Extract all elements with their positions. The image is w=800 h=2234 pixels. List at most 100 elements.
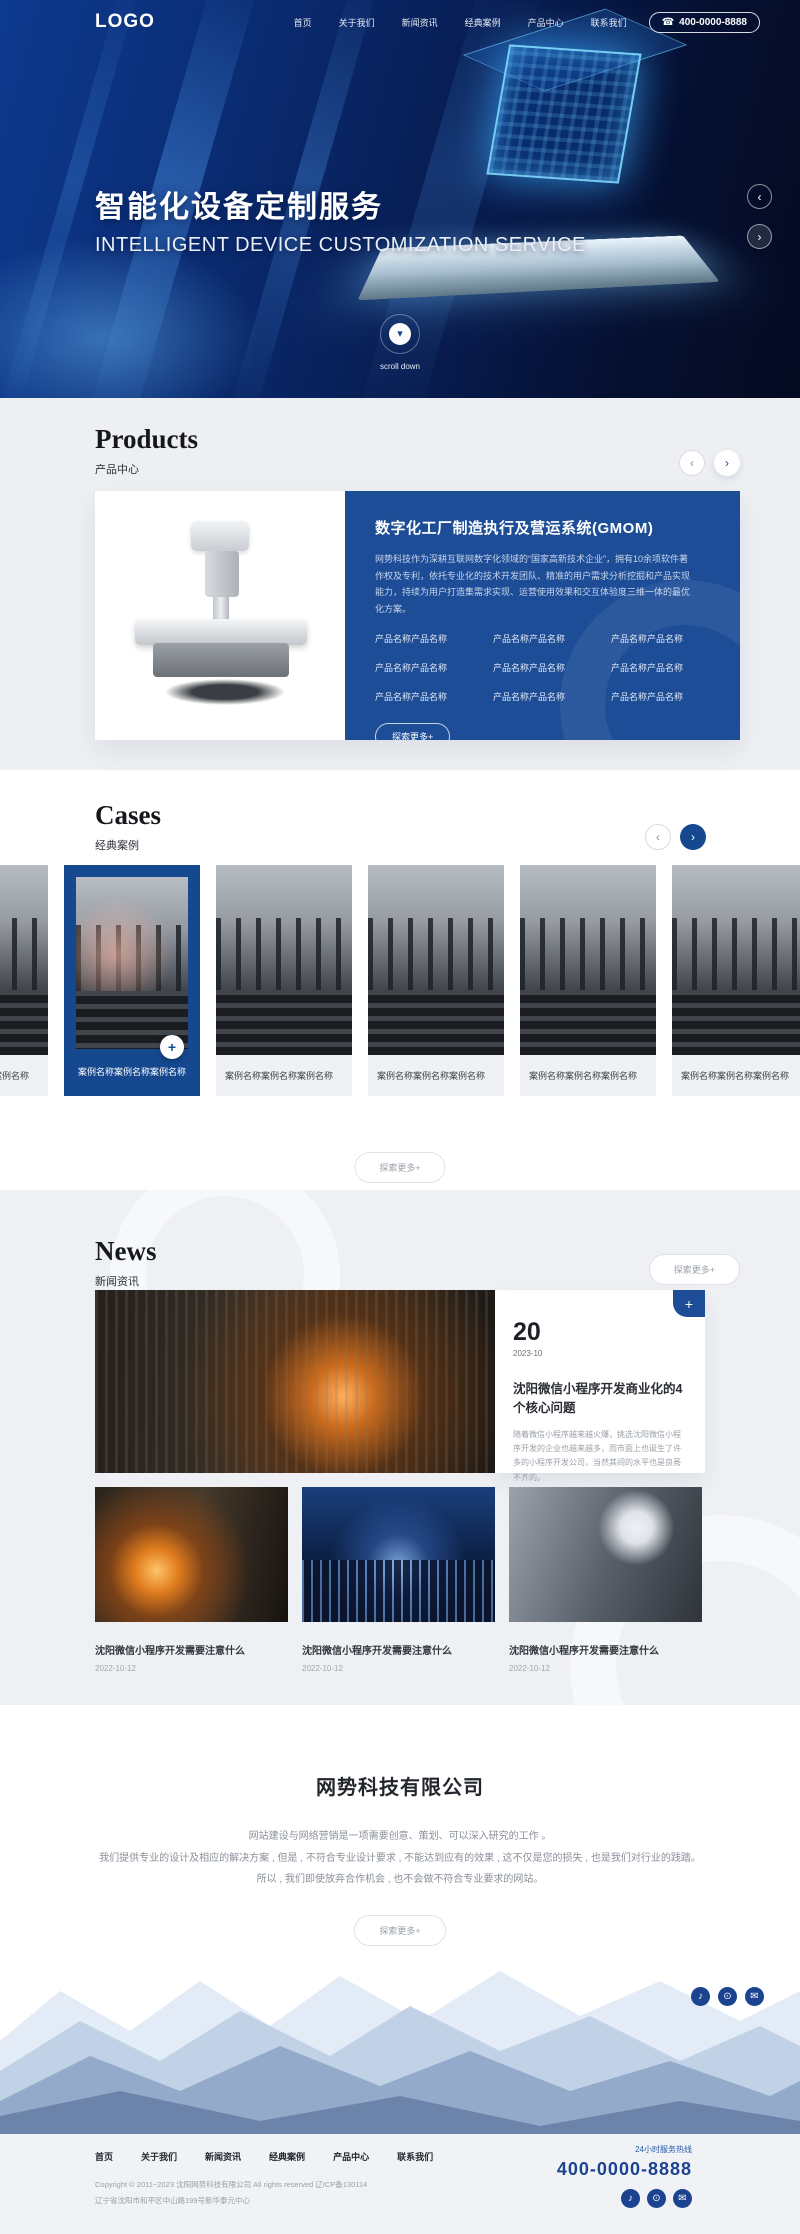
cases-next-button[interactable]: › (680, 824, 706, 850)
footer-link-cases[interactable]: 经典案例 (269, 2150, 305, 2163)
nav-item-news[interactable]: 新闻资讯 (402, 16, 438, 29)
news-title[interactable]: 沈阳微信小程序开发需要注意什么 (95, 1642, 288, 1657)
case-image (0, 865, 48, 1055)
hero-prev-button[interactable]: ‹ (747, 184, 772, 209)
footer-link-news[interactable]: 新闻资讯 (205, 2150, 241, 2163)
products-carousel-arrows: ‹ › (679, 450, 740, 476)
device-head (191, 521, 249, 551)
footer-link-about[interactable]: 关于我们 (141, 2150, 177, 2163)
plus-icon[interactable]: + (160, 1035, 184, 1059)
chevron-down-icon: ▾ (389, 323, 411, 345)
cases-carousel-arrows: ‹ › (645, 824, 706, 850)
products-heading: Products (95, 424, 198, 455)
news-item[interactable]: 沈阳微信小程序开发需要注意什么 2022-10-12 (302, 1487, 495, 1673)
plus-icon[interactable]: + (673, 1290, 705, 1317)
cases-more-wrap: 探索更多+ (354, 1152, 445, 1183)
footer: 首页 关于我们 新闻资讯 经典案例 产品中心 联系我们 Copyright © … (0, 2134, 800, 2234)
news-title[interactable]: 沈阳微信小程序开发需要注意什么 (509, 1642, 702, 1657)
wechat-icon[interactable]: ✉ (673, 2189, 692, 2208)
weibo-icon[interactable]: ⊙ (718, 1987, 737, 2006)
news-section: News 新闻资讯 探索更多+ + 20 2023-10 沈阳微信小程序开发商业… (0, 1190, 800, 1705)
copyright-text: Copyright © 2011~2023 沈阳网势科技有限公司 All rig… (95, 2179, 433, 2190)
news-image (302, 1487, 495, 1622)
footer-nav: 首页 关于我们 新闻资讯 经典案例 产品中心 联系我们 (95, 2150, 433, 2163)
featured-news-title[interactable]: 沈阳微信小程序开发商业化的4个核心问题 (513, 1380, 687, 1418)
news-list: 沈阳微信小程序开发需要注意什么 2022-10-12 沈阳微信小程序开发需要注意… (95, 1487, 702, 1673)
wechat-icon[interactable]: ✉ (745, 1987, 764, 2006)
case-card[interactable]: 案例名称案例名称案例名称 (0, 865, 48, 1096)
case-image (672, 865, 800, 1055)
cases-more-button[interactable]: 探索更多+ (354, 1152, 445, 1183)
cases-heading: Cases (95, 800, 161, 831)
product-image (95, 491, 345, 740)
case-card[interactable]: 案例名称案例名称案例名称 (216, 865, 352, 1096)
case-label: 案例名称案例名称案例名称 (672, 1055, 800, 1096)
phone-icon: ☎ (662, 17, 674, 28)
chevron-left-icon: ‹ (656, 830, 660, 844)
case-image (368, 865, 504, 1055)
case-card[interactable]: 案例名称案例名称案例名称 (520, 865, 656, 1096)
footer-link-contact[interactable]: 联系我们 (397, 2150, 433, 2163)
case-card-active[interactable]: + 案例名称案例名称案例名称 (64, 865, 200, 1096)
featured-news-day: 20 (513, 1320, 687, 1345)
nav-item-home[interactable]: 首页 (294, 16, 312, 29)
douyin-icon[interactable]: ♪ (621, 2189, 640, 2208)
featured-news-image (95, 1290, 495, 1473)
social-icons: ♪ ⊙ ✉ (691, 1987, 764, 2006)
news-image (95, 1487, 288, 1622)
header-phone-number: 400-0000-8888 (679, 17, 747, 28)
device-arm (205, 551, 239, 597)
product-name-link[interactable]: 产品名称产品名称 (375, 632, 485, 645)
news-heading-block: News 新闻资讯 (95, 1236, 157, 1289)
product-name-link[interactable]: 产品名称产品名称 (375, 661, 485, 674)
chevron-right-icon: › (758, 230, 762, 244)
scroll-down-control[interactable]: ▾ scroll down (380, 314, 420, 371)
featured-news[interactable]: + 20 2023-10 沈阳微信小程序开发商业化的4个核心问题 随着微信小程序… (95, 1290, 705, 1473)
device-bed (135, 619, 307, 645)
company-intro-line: 我们提供专业的设计及相应的解决方案 , 但是 , 不符合专业设计要求 , 不能达… (0, 1848, 800, 1870)
nav-item-products[interactable]: 产品中心 (528, 16, 564, 29)
case-label: 案例名称案例名称案例名称 (216, 1055, 352, 1096)
products-heading-block: Products 产品中心 (95, 424, 198, 477)
cases-subheading: 经典案例 (95, 837, 161, 853)
case-card[interactable]: 案例名称案例名称案例名称 (368, 865, 504, 1096)
address-text: 辽宁省沈阳市和平区中山路199号新华泰元中心 (95, 2195, 433, 2206)
company-more-button[interactable]: 探索更多+ (354, 1915, 445, 1946)
hero-next-button[interactable]: › (747, 224, 772, 249)
news-image (509, 1487, 702, 1622)
product-name-link[interactable]: 产品名称产品名称 (375, 690, 485, 703)
case-image (520, 865, 656, 1055)
case-card[interactable]: 案例名称案例名称案例名称 (672, 865, 800, 1096)
company-section: 网势科技有限公司 网站建设与网络营销是一项需要创意、策划、可以深入研究的工作 。… (0, 1705, 800, 2134)
douyin-icon[interactable]: ♪ (691, 1987, 710, 2006)
news-date: 2022-10-12 (95, 1664, 288, 1673)
top-navbar: LOGO 首页 关于我们 新闻资讯 经典案例 产品中心 联系我们 ☎ 400-0… (0, 0, 800, 44)
sun-glow (76, 877, 188, 1049)
products-next-button[interactable]: › (714, 450, 740, 476)
featured-news-card: + 20 2023-10 沈阳微信小程序开发商业化的4个核心问题 随着微信小程序… (495, 1290, 705, 1473)
scroll-ring: ▾ (380, 314, 420, 354)
news-more-button[interactable]: 探索更多+ (649, 1254, 740, 1285)
footer-link-products[interactable]: 产品中心 (333, 2150, 369, 2163)
news-title[interactable]: 沈阳微信小程序开发需要注意什么 (302, 1642, 495, 1657)
nav-item-contact[interactable]: 联系我们 (591, 16, 627, 29)
footer-link-home[interactable]: 首页 (95, 2150, 113, 2163)
products-more-button[interactable]: 探索更多+ (375, 723, 450, 740)
news-item[interactable]: 沈阳微信小程序开发需要注意什么 2022-10-12 (95, 1487, 288, 1673)
logo[interactable]: LOGO (95, 11, 155, 33)
nav-item-cases[interactable]: 经典案例 (465, 16, 501, 29)
news-subheading: 新闻资讯 (95, 1273, 157, 1289)
product-title: 数字化工厂制造执行及营运系统(GMOM) (375, 517, 710, 538)
product-info-panel: 数字化工厂制造执行及营运系统(GMOM) 网势科技作为深耕互联网数字化领域的“国… (345, 491, 740, 740)
company-intro: 网站建设与网络营销是一项需要创意、策划、可以深入研究的工作 。 我们提供专业的设… (0, 1826, 800, 1891)
nav-item-about[interactable]: 关于我们 (339, 16, 375, 29)
company-intro-line: 所以 , 我们即使放弃合作机会 , 也不会做不符合专业要求的网站。 (0, 1869, 800, 1891)
header-phone-button[interactable]: ☎ 400-0000-8888 (649, 12, 760, 33)
hero-banner: 智能化设备定制服务 INTELLIGENT DEVICE CUSTOMIZATI… (0, 0, 800, 398)
products-prev-button[interactable]: ‹ (679, 450, 705, 476)
news-item[interactable]: 沈阳微信小程序开发需要注意什么 2022-10-12 (509, 1487, 702, 1673)
weibo-icon[interactable]: ⊙ (647, 2189, 666, 2208)
cases-prev-button[interactable]: ‹ (645, 824, 671, 850)
footer-left: 首页 关于我们 新闻资讯 经典案例 产品中心 联系我们 Copyright © … (95, 2150, 433, 2206)
footer-right: 24小时服务热线 400-0000-8888 ♪ ⊙ ✉ (557, 2144, 692, 2208)
